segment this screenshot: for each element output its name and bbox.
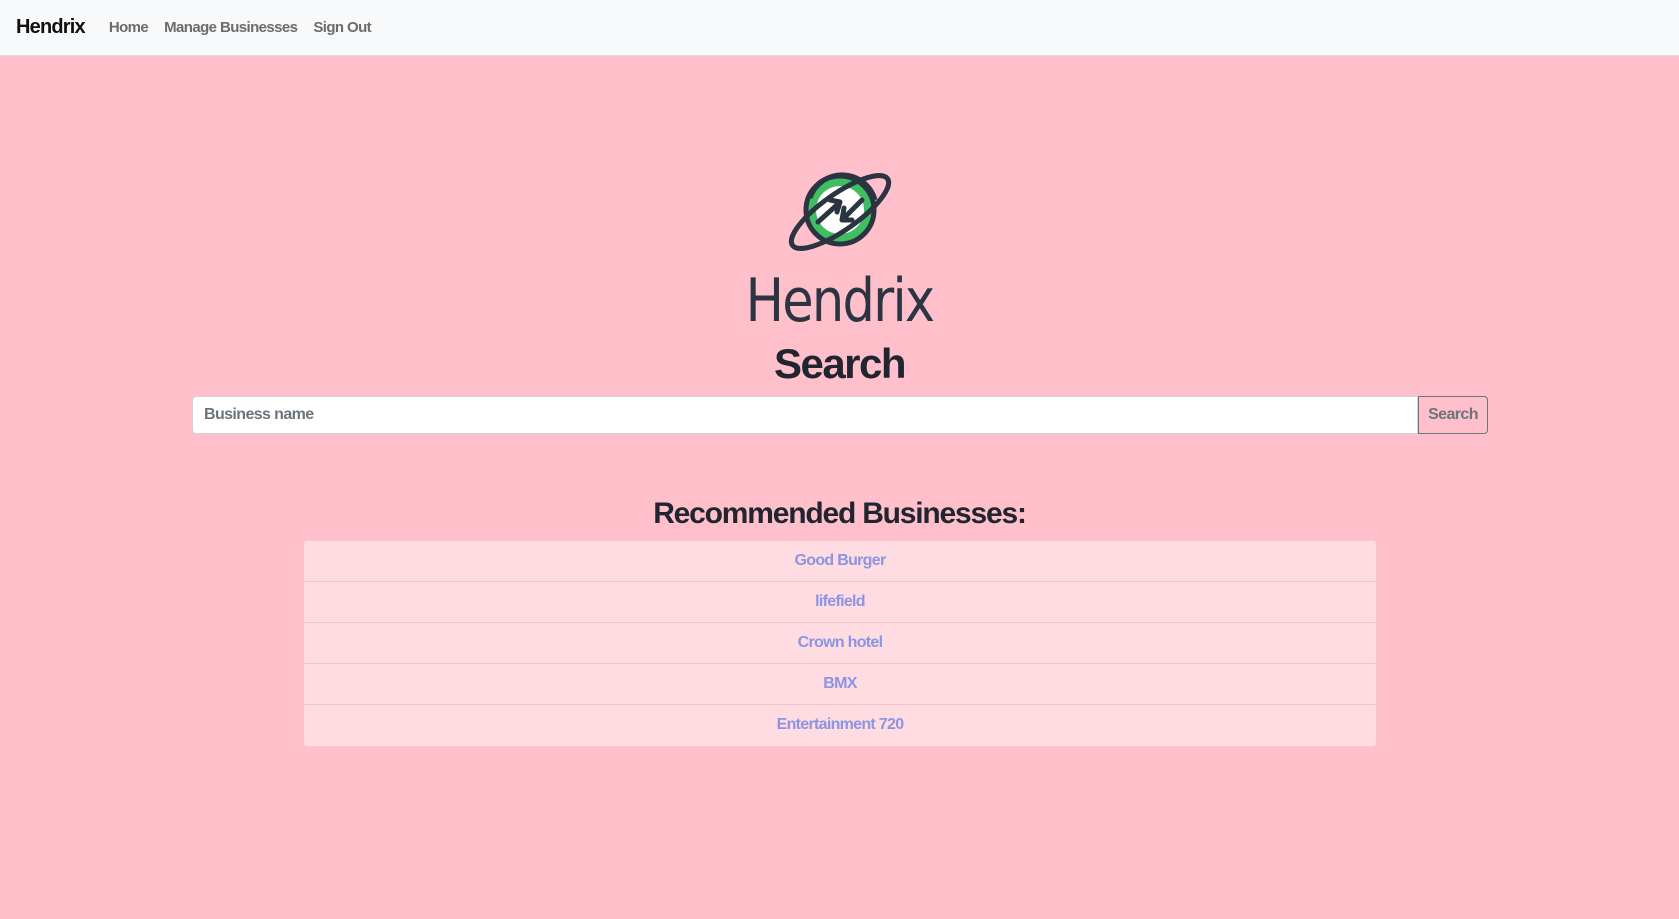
recommended-list: Good Burger lifefield Crown hotel BMX En…: [303, 540, 1377, 747]
business-link-bmx[interactable]: BMX: [823, 675, 857, 692]
nav-link-sign-out[interactable]: Sign Out: [313, 19, 371, 36]
search-bar: Search: [192, 396, 1488, 434]
navbar-brand[interactable]: Hendrix: [16, 16, 86, 39]
list-item: Good Burger: [304, 541, 1376, 582]
search-button[interactable]: Search: [1418, 396, 1488, 434]
business-link-crown-hotel[interactable]: Crown hotel: [798, 634, 883, 651]
business-link-entertainment-720[interactable]: Entertainment 720: [777, 716, 905, 733]
business-name-input[interactable]: [192, 396, 1418, 434]
list-item: BMX: [304, 664, 1376, 705]
list-item: lifefield: [304, 582, 1376, 623]
business-link-good-burger[interactable]: Good Burger: [795, 552, 887, 569]
logo-wordmark: Hendrix: [745, 266, 936, 336]
list-item: Crown hotel: [304, 623, 1376, 664]
top-navbar: Hendrix Home Manage Businesses Sign Out: [0, 0, 1679, 56]
hero-logo: Hendrix: [0, 170, 1679, 336]
list-item: Entertainment 720: [304, 705, 1376, 746]
search-heading: Search: [773, 340, 907, 387]
recommended-heading: Recommended Businesses:: [653, 497, 1027, 530]
nav-link-home[interactable]: Home: [109, 19, 149, 36]
planet-sync-icon: [780, 170, 900, 260]
nav-link-manage-businesses[interactable]: Manage Businesses: [164, 19, 298, 36]
business-link-lifefield[interactable]: lifefield: [815, 593, 865, 610]
